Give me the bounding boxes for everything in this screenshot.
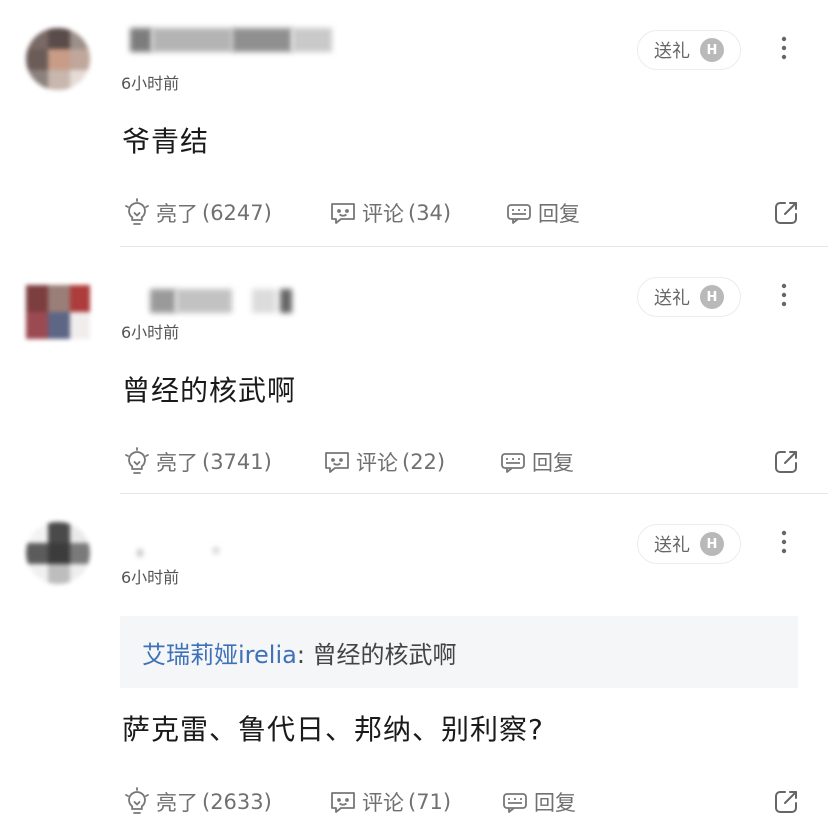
reply-bubble-icon	[503, 793, 527, 813]
h-badge-icon: H	[700, 38, 724, 62]
lightbulb-icon	[125, 787, 149, 814]
gift-label: 送礼	[654, 288, 690, 309]
timestamp: 6小时前	[121, 323, 180, 342]
reply-label: 回复	[538, 202, 580, 226]
gift-button[interactable]: 送礼 H	[637, 277, 741, 317]
username-obscured[interactable]	[122, 283, 332, 317]
share-icon[interactable]	[772, 199, 800, 227]
comment-bubble-icon	[331, 203, 355, 224]
gift-label: 送礼	[654, 41, 690, 62]
username-obscured[interactable]	[122, 528, 332, 562]
comment-item: 6小时前 送礼 H 艾瑞莉娅irelia : 曾经的核武啊 萨克雷、鲁代日、邦纳…	[0, 494, 828, 835]
like-label: 亮了	[156, 202, 198, 226]
like-label: 亮了	[156, 451, 198, 475]
comment-button[interactable]: 评论 (22)	[322, 445, 445, 479]
quoted-comment[interactable]: 艾瑞莉娅irelia : 曾经的核武啊	[120, 616, 798, 688]
avatar[interactable]	[26, 522, 90, 584]
action-bar: 亮了 (6247) 评论 (34) 回复	[122, 196, 828, 230]
like-button[interactable]: 亮了 (3741)	[122, 445, 272, 479]
timestamp: 6小时前	[121, 74, 180, 93]
comment-button[interactable]: 评论 (71)	[328, 785, 451, 819]
reply-button[interactable]: 回复	[504, 196, 580, 230]
like-button[interactable]: 亮了 (6247)	[122, 196, 272, 230]
comment-bubble-icon	[331, 792, 355, 813]
reply-label: 回复	[532, 451, 574, 475]
quoted-text: : 曾经的核武啊	[296, 640, 457, 669]
like-count: (6247)	[202, 201, 272, 225]
comment-text: 爷青结	[122, 125, 210, 158]
h-badge-icon: H	[700, 285, 724, 309]
timestamp: 6小时前	[121, 568, 180, 587]
comment-bubble-icon	[325, 452, 349, 473]
comment-item: 6小时前 送礼 H 爷青结 亮了 (6247) 评论 (34) 回复	[0, 0, 828, 247]
share-icon[interactable]	[772, 448, 800, 476]
avatar[interactable]	[26, 285, 90, 339]
like-button[interactable]: 亮了 (2633)	[122, 785, 272, 819]
comment-text: 曾经的核武啊	[122, 374, 297, 407]
comment-text: 萨克雷、鲁代日、邦纳、别利察?	[122, 713, 544, 746]
like-label: 亮了	[156, 791, 198, 815]
comment-button[interactable]: 评论 (34)	[328, 196, 451, 230]
h-badge-icon: H	[700, 532, 724, 556]
share-icon[interactable]	[772, 788, 800, 816]
more-vertical-icon[interactable]	[770, 281, 798, 309]
reply-button[interactable]: 回复	[498, 445, 574, 479]
comment-label: 评论	[362, 791, 404, 815]
gift-button[interactable]: 送礼 H	[637, 524, 741, 564]
lightbulb-icon	[125, 447, 149, 474]
comment-count: (34)	[408, 201, 452, 225]
reply-bubble-icon	[501, 453, 525, 473]
lightbulb-icon	[125, 198, 149, 225]
quoted-username[interactable]: 艾瑞莉娅irelia	[142, 635, 297, 670]
avatar[interactable]	[26, 28, 90, 90]
like-count: (3741)	[202, 450, 272, 474]
comment-count: (22)	[402, 450, 446, 474]
gift-label: 送礼	[654, 535, 690, 556]
like-count: (2633)	[202, 790, 272, 814]
action-bar: 亮了 (2633) 评论 (71) 回复	[122, 785, 828, 819]
reply-bubble-icon	[507, 204, 531, 224]
comment-label: 评论	[362, 202, 404, 226]
comment-item: 6小时前 送礼 H 曾经的核武啊 亮了 (3741) 评论 (22) 回复	[0, 247, 828, 494]
reply-label: 回复	[534, 791, 576, 815]
more-vertical-icon[interactable]	[770, 34, 798, 62]
comment-count: (71)	[408, 790, 452, 814]
reply-button[interactable]: 回复	[500, 785, 576, 819]
action-bar: 亮了 (3741) 评论 (22) 回复	[122, 445, 828, 479]
comment-label: 评论	[356, 451, 398, 475]
more-vertical-icon[interactable]	[770, 528, 798, 556]
gift-button[interactable]: 送礼 H	[637, 30, 741, 70]
username-obscured[interactable]	[122, 22, 332, 56]
